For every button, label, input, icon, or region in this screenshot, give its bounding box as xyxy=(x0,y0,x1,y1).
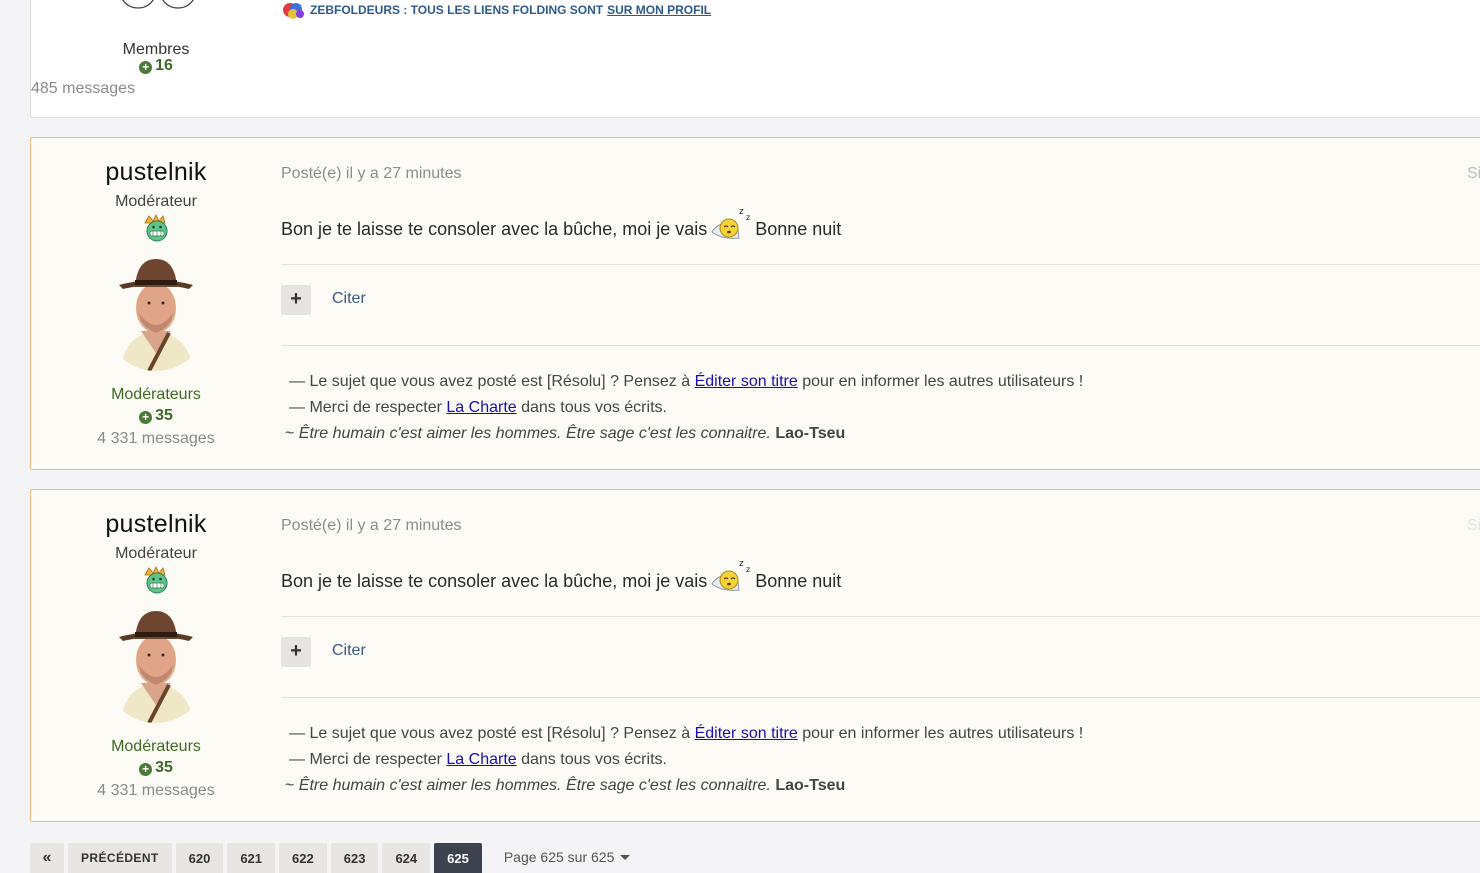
reputation-badge: +35 xyxy=(31,759,281,777)
signature-text: dans tous vos écrits. xyxy=(521,751,667,768)
quote-button[interactable]: Citer xyxy=(332,642,366,660)
signature-line: — Merci de respecter La Charte dans tous… xyxy=(289,747,1083,773)
signature-quote: ~ Être humain c'est aimer les hommes. Êt… xyxy=(285,773,1083,799)
svg-text:z: z xyxy=(739,559,744,569)
moderator-crown-grin-icon xyxy=(144,214,168,242)
quote-text: Être humain c'est aimer les hommes. Être… xyxy=(298,425,771,442)
report-link[interactable]: Si xyxy=(1467,165,1480,183)
post-content: Bon je te laisse te consoler avec la bûc… xyxy=(281,206,841,240)
avatar[interactable] xyxy=(101,605,211,723)
signature-line: — Le sujet que vous avez posté est [Réso… xyxy=(289,721,1083,747)
pagination: « PRÉCÉDENT 620 621 622 623 624 625 Page… xyxy=(30,843,631,873)
first-page-button[interactable]: « xyxy=(30,843,64,873)
signature-text: — Merci de respecter xyxy=(289,399,442,416)
signature-text: — Le sujet que vous avez posté est [Réso… xyxy=(289,373,691,390)
signature: — Le sujet que vous avez posté est [Réso… xyxy=(285,721,1083,799)
divider xyxy=(281,616,1480,617)
reputation-value: 35 xyxy=(155,407,173,424)
multiquote-button[interactable]: + xyxy=(281,637,311,667)
reputation-value: 16 xyxy=(155,57,173,74)
moderator-crown-grin-icon xyxy=(144,566,168,594)
post-text-end: Bonne nuit xyxy=(755,219,842,239)
post: pustelnik Modérateur Modérateurs + 35 4 … xyxy=(30,489,1480,822)
signature-text: ZEBFOLDEURS : TOUS LES LIENS FOLDING SON… xyxy=(310,3,604,17)
plus-circle-icon: + xyxy=(139,61,153,74)
post-count: 4 331 messages xyxy=(97,430,215,447)
signature-text: — Le sujet que vous avez posté est [Réso… xyxy=(289,725,691,742)
svg-text:z: z xyxy=(739,207,744,217)
signature-line: — Merci de respecter La Charte dans tous… xyxy=(289,395,1083,421)
signature: ZEBFOLDEURS : TOUS LES LIENS FOLDING SON… xyxy=(281,1,711,19)
post-content: Bon je te laisse te consoler avec la bûc… xyxy=(281,558,841,592)
post: pustelnik Modérateur Modérateurs + 35 4 … xyxy=(30,137,1480,470)
post-previous: Membres +16 485 messages ZEBFOLDEURS : T… xyxy=(30,0,1480,118)
signature-line: — Le sujet que vous avez posté est [Réso… xyxy=(289,369,1083,395)
reputation-badge: +35 xyxy=(31,407,281,425)
user-title: Modérateur xyxy=(115,193,197,210)
double-chevron-left-icon: « xyxy=(42,849,52,866)
previous-page-button[interactable]: PRÉCÉDENT xyxy=(68,843,172,873)
page-link[interactable]: 623 xyxy=(330,843,379,873)
sleeping-smiley-icon: z z xyxy=(711,559,750,591)
edit-title-link[interactable]: Éditer son titre xyxy=(695,725,798,742)
signature: — Le sujet que vous avez posté est [Réso… xyxy=(285,369,1083,447)
svg-text:z: z xyxy=(746,213,750,222)
edit-title-link[interactable]: Éditer son titre xyxy=(695,373,798,390)
svg-text:z: z xyxy=(746,565,750,574)
post-date[interactable]: Posté(e) il y a 27 minutes xyxy=(281,165,462,183)
charter-link[interactable]: La Charte xyxy=(446,751,516,768)
multiquote-button[interactable]: + xyxy=(281,285,311,315)
profile-link[interactable]: SUR MON PROFIL xyxy=(607,3,711,17)
post-count: 485 messages xyxy=(31,80,136,97)
signature-text: pour en informer les autres utilisateurs… xyxy=(802,373,1084,390)
quote-text: Être humain c'est aimer les hommes. Être… xyxy=(298,777,771,794)
charter-link[interactable]: La Charte xyxy=(446,399,516,416)
user-title: Modérateur xyxy=(115,545,197,562)
report-link[interactable]: Si xyxy=(1467,517,1480,535)
folding-logo-icon xyxy=(283,3,304,19)
quote-button[interactable]: Citer xyxy=(332,290,366,308)
page-jump-label: Page 625 sur 625 xyxy=(503,849,615,865)
page-link[interactable]: 621 xyxy=(227,843,276,873)
reputation-value: 35 xyxy=(155,759,173,776)
quote-author: Lao-Tseu xyxy=(775,777,846,794)
signature-text: — Merci de respecter xyxy=(289,751,442,768)
post-text-start: Bon je te laisse te consoler avec la bûc… xyxy=(281,571,708,591)
signature-text: pour en informer les autres utilisateurs… xyxy=(802,725,1084,742)
reputation-badge: +16 xyxy=(31,57,281,75)
user-group: Modérateurs xyxy=(111,386,201,403)
page-link[interactable]: 624 xyxy=(382,843,431,873)
post-text-end: Bonne nuit xyxy=(755,571,842,591)
divider xyxy=(281,264,1480,265)
post-date[interactable]: Posté(e) il y a 27 minutes xyxy=(281,517,462,535)
signature-text: dans tous vos écrits. xyxy=(521,399,667,416)
quote-author: Lao-Tseu xyxy=(775,425,846,442)
page-link-active[interactable]: 625 xyxy=(434,843,482,873)
signature-quote: ~ Être humain c'est aimer les hommes. Êt… xyxy=(285,421,1083,447)
sleeping-smiley-icon: z z xyxy=(711,207,750,239)
username[interactable]: pustelnik xyxy=(31,158,281,187)
plus-circle-icon: + xyxy=(139,411,153,424)
signature-text: ~ xyxy=(285,777,295,794)
username[interactable]: pustelnik xyxy=(31,510,281,539)
avatar-partial xyxy=(122,0,194,9)
user-group: Modérateurs xyxy=(111,738,201,755)
divider xyxy=(281,345,1480,346)
avatar[interactable] xyxy=(101,253,211,371)
caret-down-icon xyxy=(620,854,631,860)
plus-circle-icon: + xyxy=(139,763,153,776)
page-link[interactable]: 620 xyxy=(175,843,224,873)
page-link[interactable]: 622 xyxy=(279,843,327,873)
signature-text: ~ xyxy=(285,425,295,442)
post-text-start: Bon je te laisse te consoler avec la bûc… xyxy=(281,219,708,239)
page-jump-dropdown[interactable]: Page 625 sur 625 xyxy=(504,843,631,873)
divider xyxy=(281,697,1480,698)
post-count: 4 331 messages xyxy=(97,782,215,799)
